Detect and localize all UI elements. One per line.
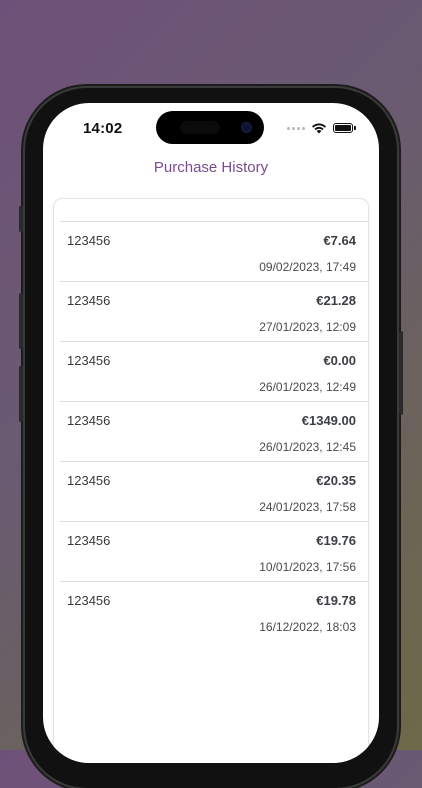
purchase-amount: €0.00 [323, 353, 356, 368]
purchase-id: 123456 [67, 413, 111, 428]
purchase-row[interactable]: 123456 €20.35 24/01/2023, 17:58 [60, 462, 368, 522]
dynamic-island [156, 111, 264, 144]
purchase-amount: €20.35 [316, 473, 356, 488]
face-id-sensor [180, 121, 220, 134]
signal-dots-icon [287, 126, 305, 130]
front-camera [241, 122, 252, 133]
purchase-amount: €19.78 [316, 593, 356, 608]
purchase-date: 09/02/2023, 17:49 [259, 260, 356, 274]
purchase-id: 123456 [67, 593, 111, 608]
volume-down-button [19, 366, 23, 422]
status-time: 14:02 [83, 120, 123, 137]
purchase-date: 27/01/2023, 12:09 [259, 320, 356, 334]
wifi-icon [312, 123, 326, 134]
purchase-date: 10/01/2023, 17:56 [259, 560, 356, 574]
purchase-row[interactable]: 123456 €19.78 16/12/2022, 18:03 [60, 582, 368, 642]
purchase-date: 26/01/2023, 12:45 [259, 440, 356, 454]
purchase-row[interactable]: 123456 €1349.00 26/01/2023, 12:45 [60, 402, 368, 462]
purchase-date: 24/01/2023, 17:58 [259, 500, 356, 514]
purchase-id: 123456 [67, 473, 111, 488]
action-button [19, 206, 23, 232]
volume-up-button [19, 293, 23, 349]
purchase-id: 123456 [67, 533, 111, 548]
purchase-row[interactable]: 123456 €7.64 09/02/2023, 17:49 [60, 222, 368, 282]
page-title: Purchase History [153, 159, 269, 176]
purchase-date: 26/01/2023, 12:49 [259, 380, 356, 394]
purchase-row[interactable]: 123456 €19.76 10/01/2023, 17:56 [60, 522, 368, 582]
purchase-amount: €1349.00 [301, 413, 356, 428]
purchase-amount: €19.76 [316, 533, 356, 548]
app-screen: 14:02 Purchase History 123456 €7.64 09/02/… [43, 103, 379, 763]
purchase-id: 123456 [67, 353, 111, 368]
purchase-row[interactable]: 123456 €0.00 26/01/2023, 12:49 [60, 342, 368, 402]
purchase-row[interactable]: 123456 €21.28 27/01/2023, 12:09 [60, 282, 368, 342]
purchase-date: 16/12/2022, 18:03 [259, 620, 356, 634]
purchase-amount: €21.28 [316, 293, 356, 308]
purchase-list-card: 123456 €7.64 09/02/2023, 17:49 123456 €21.28… [54, 199, 368, 763]
status-bar: 14:02 [43, 103, 379, 153]
power-button [399, 331, 403, 415]
purchase-amount: €7.64 [323, 233, 356, 248]
battery-icon [333, 123, 356, 133]
purchase-id: 123456 [67, 233, 111, 248]
purchase-id: 123456 [67, 293, 111, 308]
status-icons [287, 122, 356, 134]
